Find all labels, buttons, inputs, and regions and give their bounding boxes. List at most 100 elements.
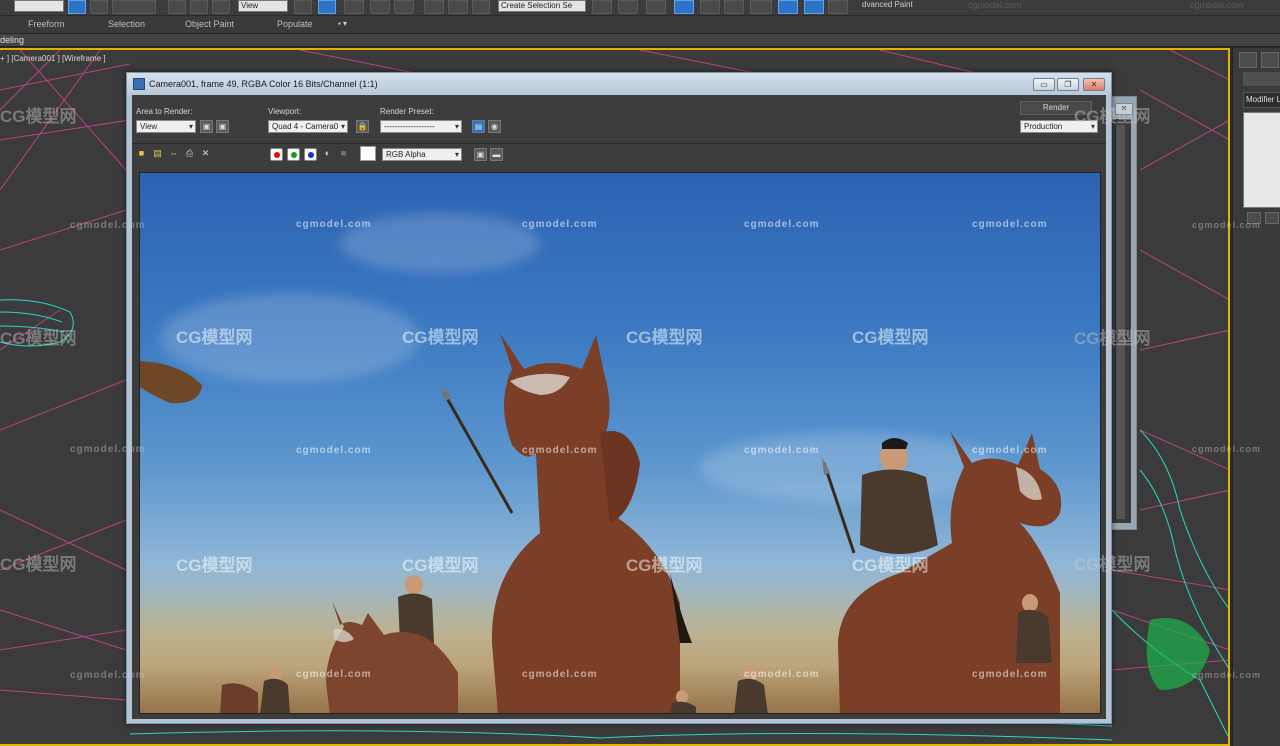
watermark-latin: cgmodel.com <box>1192 444 1262 454</box>
advanced-paint-label[interactable]: dvanced Paint <box>862 0 913 9</box>
watermark-latin: cgmodel.com <box>744 669 820 680</box>
main-toolbar: View Create Selection Se dvanced Paint c… <box>0 0 1280 16</box>
clear-image-icon[interactable]: ✕ <box>200 148 211 159</box>
reference-coordinate-dropdown[interactable]: View <box>238 0 288 12</box>
mirror-button[interactable] <box>592 0 612 14</box>
toggle-ribbon-button[interactable] <box>674 0 694 14</box>
edit-region-button[interactable]: ▣ <box>200 120 213 133</box>
render-setup-button[interactable] <box>778 0 798 14</box>
watermark-cn: CG模型网 <box>852 328 929 347</box>
watermark-latin: cgmodel.com <box>70 444 146 455</box>
rendered-frame-window-button[interactable] <box>804 0 824 14</box>
lock-viewport-icon[interactable]: 🔒 <box>356 120 369 133</box>
toolbar-watermark-right: cgmodel.com <box>1190 0 1244 10</box>
rotate-button[interactable] <box>190 0 208 14</box>
render-preset-dropdown[interactable]: ------------------- <box>380 120 462 133</box>
tab-object-paint[interactable]: Object Paint <box>185 19 234 29</box>
toolbar-watermark: cgmodel.com <box>968 0 1022 10</box>
area-to-render-dropdown[interactable]: View <box>136 120 196 133</box>
select-object-button[interactable] <box>68 0 86 14</box>
maximize-button[interactable]: ❐ <box>1057 78 1079 91</box>
environment-effects-icon[interactable]: ◉ <box>488 120 501 133</box>
spinner-snap-button[interactable] <box>448 0 468 14</box>
watermark-cn: CG模型网 <box>0 555 77 574</box>
schematic-view-button[interactable] <box>724 0 744 14</box>
show-end-result-icon[interactable] <box>1265 212 1279 224</box>
snap-toggle-button[interactable] <box>370 0 390 14</box>
pivot-button[interactable] <box>294 0 312 14</box>
app-icon <box>133 78 145 90</box>
render-production-button[interactable] <box>828 0 848 14</box>
viewport-label[interactable]: + ] [Camera001 ] [Wireframe ] <box>0 54 106 63</box>
red-channel-toggle[interactable] <box>270 148 283 161</box>
cavalry-scene <box>140 333 1061 713</box>
watermark-cn: CG模型网 <box>402 328 479 347</box>
watermark-cn: CG模型网 <box>1074 555 1151 574</box>
copy-image-icon[interactable]: ▤ <box>152 148 163 159</box>
toggle-ui-icon[interactable]: ▬ <box>490 148 503 161</box>
toolbar-selection-field[interactable] <box>14 0 64 12</box>
display-channel-dropdown[interactable]: RGB Alpha <box>382 148 462 161</box>
command-panel: Modifier Li <box>1232 48 1280 746</box>
watermark-latin: cgmodel.com <box>522 445 598 456</box>
window-title-bar[interactable]: Camera001, frame 49, RGBA Color 16 Bits/… <box>127 73 1111 95</box>
watermark-cn: CG模型网 <box>1074 107 1151 126</box>
move-button[interactable] <box>168 0 186 14</box>
named-selection-sets-dropdown[interactable]: Create Selection Se <box>498 0 586 12</box>
tab-freeform[interactable]: Freeform <box>28 19 65 29</box>
watermark-cn: CG模型网 <box>1074 329 1151 348</box>
watermark-latin: cgmodel.com <box>1192 670 1262 680</box>
watermark-cn: CG模型网 <box>402 556 479 575</box>
angle-snap-button[interactable] <box>394 0 414 14</box>
watermark-latin: cgmodel.com <box>296 669 372 680</box>
color-swatch[interactable] <box>360 146 376 161</box>
left-horse <box>326 601 458 713</box>
ribbon-options-dropdown[interactable]: ▪ ▾ <box>338 19 347 28</box>
rendered-frame-window: Camera001, frame 49, RGBA Color 16 Bits/… <box>126 72 1112 724</box>
monochrome-icon[interactable]: ■ <box>338 148 349 159</box>
watermark-latin: cgmodel.com <box>70 670 146 681</box>
object-name-field[interactable] <box>1243 72 1280 86</box>
green-channel-toggle[interactable] <box>287 148 300 161</box>
create-tab-icon[interactable] <box>1239 52 1257 68</box>
clone-window-icon[interactable]: ⇔ <box>168 148 179 159</box>
render-setup-icon[interactable]: ▤ <box>472 120 485 133</box>
percent-snap-button[interactable] <box>424 0 444 14</box>
viewport-dropdown[interactable]: Quad 4 - Camera0 <box>268 120 348 133</box>
keyboard-shortcut-button[interactable] <box>344 0 364 14</box>
render-setup-scrollbar[interactable] <box>1115 125 1125 519</box>
selection-region-button[interactable] <box>112 0 156 14</box>
ribbon-panel: deling <box>0 34 1280 47</box>
blue-channel-toggle[interactable] <box>304 148 317 161</box>
minimize-button[interactable]: ▭ <box>1033 78 1055 91</box>
print-image-icon[interactable]: ⎙ <box>184 148 195 159</box>
tab-selection[interactable]: Selection <box>108 19 145 29</box>
alpha-channel-icon[interactable]: ◐ <box>322 148 333 159</box>
central-horse <box>491 333 680 713</box>
watermark-cn: CG模型网 <box>626 328 703 347</box>
modifier-stack[interactable] <box>1243 112 1280 208</box>
select-by-name-button[interactable] <box>90 0 108 14</box>
toggle-ui-overlay-icon[interactable]: ▣ <box>474 148 487 161</box>
watermark-latin: cgmodel.com <box>744 219 820 230</box>
scale-button[interactable] <box>212 0 230 14</box>
watermark-latin: cgmodel.com <box>522 219 598 230</box>
watermark-cn: CG模型网 <box>852 556 929 575</box>
material-editor-button[interactable] <box>750 0 772 14</box>
shield-shape <box>140 361 202 404</box>
modifier-list-dropdown[interactable]: Modifier Li <box>1243 92 1280 108</box>
auto-region-button[interactable]: ▣ <box>216 120 229 133</box>
modify-tab-icon[interactable] <box>1261 52 1279 68</box>
ribbon-modeling-label[interactable]: deling <box>0 35 24 45</box>
edit-named-sets-button[interactable] <box>472 0 490 14</box>
window-title: Camera001, frame 49, RGBA Color 16 Bits/… <box>149 79 378 89</box>
save-image-icon[interactable]: ■ <box>136 148 147 159</box>
watermark-cn: CG模型网 <box>176 556 253 575</box>
close-button[interactable]: ✕ <box>1083 78 1105 91</box>
layer-explorer-button[interactable] <box>646 0 666 14</box>
select-manipulate-button[interactable] <box>318 0 336 14</box>
watermark-latin: cgmodel.com <box>70 220 146 231</box>
tab-populate[interactable]: Populate <box>277 19 313 29</box>
curve-editor-button[interactable] <box>700 0 720 14</box>
align-button[interactable] <box>618 0 638 14</box>
